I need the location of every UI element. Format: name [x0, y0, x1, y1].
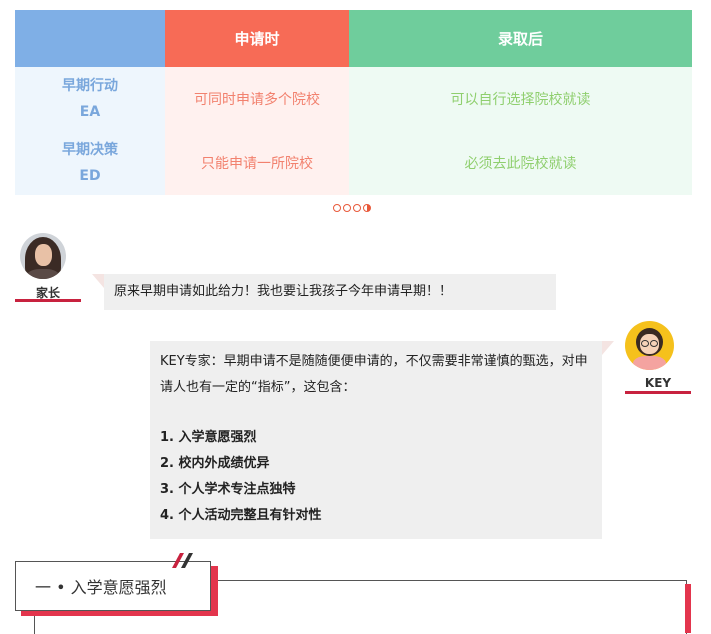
key-point: 2. 校内外成绩优异 — [160, 456, 270, 471]
key-intro-text: KEY专家：早期申请不是随随便便申请的，不仅需要非常谨慎的甄选，对申请人也有一定… — [160, 354, 588, 395]
carousel-dots-icon[interactable] — [333, 204, 371, 214]
carousel-dot-active[interactable] — [363, 204, 371, 212]
type-cn: 早期行动 — [62, 78, 118, 94]
key-point: 1. 入学意愿强烈 — [160, 430, 257, 445]
table-row-ed-apply: 只能申请一所院校 — [165, 131, 349, 195]
parent-message-bubble: 原来早期申请如此给力！我也要让我孩子今年申请早期！！ — [104, 274, 556, 310]
bubble-tail — [92, 274, 104, 288]
key-expert-avatar-icon — [625, 321, 674, 370]
table-header-after: 录取后 — [349, 10, 692, 67]
key-point: 4. 个人活动完整且有针对性 — [160, 508, 322, 523]
section-red-bar — [685, 584, 691, 633]
type-abbr: EA — [79, 104, 101, 120]
parent-underline — [15, 299, 81, 302]
key-underline — [625, 391, 691, 394]
comparison-table: 申请时 录取后 早期行动 EA 可同时申请多个院校 可以自行选择院校就读 早期决… — [15, 10, 692, 195]
type-cn: 早期决策 — [62, 142, 118, 158]
carousel-dot[interactable] — [333, 204, 341, 212]
table-header-empty — [15, 10, 165, 67]
bubble-tail — [602, 341, 614, 355]
table-row-ed-type: 早期决策 ED — [15, 131, 165, 195]
table-header-apply: 申请时 — [165, 10, 349, 67]
table-row-ea-after: 可以自行选择院校就读 — [349, 67, 692, 131]
table-row-ea-apply: 可同时申请多个院校 — [165, 67, 349, 131]
table-row-ed-after: 必须去此院校就读 — [349, 131, 692, 195]
parent-avatar-icon — [20, 233, 66, 279]
glasses-left — [641, 340, 649, 347]
avatar-body — [633, 356, 666, 370]
avatar-body — [26, 269, 60, 279]
table-row-ea-type: 早期行动 EA — [15, 67, 165, 131]
avatar-face — [35, 244, 52, 266]
type-abbr: ED — [79, 168, 101, 184]
key-message-bubble: KEY专家：早期申请不是随随便便申请的，不仅需要非常谨慎的甄选，对申请人也有一定… — [150, 341, 602, 539]
key-label: KEY — [644, 376, 672, 390]
section-title: 一 • 入学意愿强烈 — [15, 561, 211, 611]
glasses-right — [650, 340, 658, 347]
key-point: 3. 个人学术专注点独特 — [160, 482, 296, 497]
carousel-dot[interactable] — [343, 204, 351, 212]
carousel-dot[interactable] — [353, 204, 361, 212]
